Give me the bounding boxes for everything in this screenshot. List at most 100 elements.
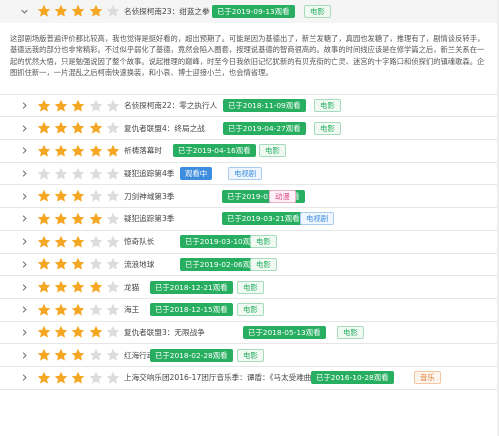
- star-icon: [37, 189, 51, 203]
- item-title: 名侦探柯南22：零之执行人: [124, 101, 218, 111]
- star-icon: [106, 371, 120, 385]
- chevron-right-icon[interactable]: [20, 306, 28, 314]
- star-icon: [71, 212, 85, 226]
- star-rating: [37, 280, 123, 294]
- list-item[interactable]: 海王 已于2018-12-15观看 电影: [0, 299, 499, 322]
- star-icon: [89, 121, 103, 135]
- star-icon: [37, 371, 51, 385]
- star-icon: [54, 303, 68, 317]
- list-item[interactable]: 上海交响乐团2016-17团厅音乐季：谭盾：《马太受难曲》 已于2016-10-2…: [0, 367, 499, 390]
- star-icon: [106, 144, 120, 158]
- chevron-right-icon[interactable]: [20, 238, 28, 246]
- chevron-right-icon[interactable]: [20, 374, 28, 382]
- star-icon: [89, 371, 103, 385]
- chevron-right-icon[interactable]: [20, 102, 28, 110]
- type-badge: 电影: [237, 280, 264, 294]
- star-icon: [89, 325, 103, 339]
- star-icon: [54, 121, 68, 135]
- status-badge: 已于2018-02-28观看: [150, 348, 233, 362]
- star-icon: [71, 280, 85, 294]
- list-item[interactable]: 名侦探柯南22：零之执行人 已于2018-11-09观看 电影: [0, 95, 499, 118]
- star-icon: [71, 189, 85, 203]
- star-icon: [106, 348, 120, 362]
- status-badge: 已于2018-11-09观看: [223, 99, 306, 113]
- star-icon: [37, 303, 51, 317]
- item-title: 流浪地球: [124, 259, 155, 269]
- status-badge: 已于2019-04-16观看: [173, 144, 256, 158]
- star-rating: [37, 212, 123, 226]
- list-item[interactable]: 刀剑神域第3季 已于2019-03-31观看 动漫: [0, 185, 499, 209]
- item-title: 疑犯追踪第3季: [124, 214, 175, 224]
- star-icon: [54, 99, 68, 113]
- chevron-right-icon[interactable]: [20, 147, 28, 155]
- chevron-right-icon[interactable]: [20, 170, 28, 178]
- star-icon: [37, 325, 51, 339]
- list-item[interactable]: 惊奇队长 已于2019-03-10观看 电影: [0, 231, 499, 254]
- chevron-right-icon[interactable]: [20, 351, 28, 359]
- type-badge: 电影: [304, 4, 331, 18]
- item-title: 海王: [124, 305, 140, 315]
- list-item[interactable]: 红海行动 已于2018-02-28观看 电影: [0, 344, 499, 367]
- item-title: 祈祷落幕时: [124, 146, 162, 156]
- star-icon: [54, 280, 68, 294]
- star-icon: [54, 4, 68, 18]
- item-title: 名侦探柯南23：绀蓝之拳: [124, 6, 210, 16]
- chevron-right-icon[interactable]: [20, 124, 28, 132]
- type-badge: 动漫: [269, 189, 296, 203]
- list-item[interactable]: 名侦探柯南23：绀蓝之拳 已于2019-09-13观看 电影: [0, 0, 499, 23]
- item-title: 复仇者联盟4：终局之战: [124, 123, 205, 133]
- list-item[interactable]: 疑犯追踪第4季 观看中 电视剧: [0, 163, 499, 186]
- review-text: 这部剧场版普遍评价都比较高，我也觉得是挺好看的，超出预期了。可能是因为基德出了，…: [0, 22, 499, 95]
- star-icon: [89, 167, 103, 181]
- star-icon: [37, 348, 51, 362]
- star-rating: [37, 348, 123, 362]
- star-icon: [106, 235, 120, 249]
- star-icon: [71, 4, 85, 18]
- star-icon: [71, 99, 85, 113]
- chevron-right-icon[interactable]: [20, 283, 28, 291]
- chevron-right-icon[interactable]: [20, 192, 28, 200]
- type-badge: 音乐: [414, 371, 441, 385]
- star-icon: [71, 371, 85, 385]
- chevron-right-icon[interactable]: [20, 328, 28, 336]
- chevron-down-icon[interactable]: [20, 7, 28, 15]
- star-icon: [37, 212, 51, 226]
- star-icon: [71, 167, 85, 181]
- star-icon: [37, 235, 51, 249]
- status-badge: 已于2018-12-21观看: [150, 280, 233, 294]
- list-item[interactable]: 复仇者联盟3：无限战争 已于2018-05-13观看 电影: [0, 322, 499, 345]
- type-badge: 电影: [314, 121, 341, 135]
- list-item[interactable]: 流浪地球 已于2019-02-06观看 电影: [0, 254, 499, 277]
- item-title: 疑犯追踪第4季: [124, 169, 175, 179]
- item-title: 刀剑神域第3季: [124, 191, 175, 201]
- chevron-right-icon[interactable]: [20, 215, 28, 223]
- star-icon: [37, 121, 51, 135]
- type-badge: 电影: [250, 257, 277, 271]
- star-rating: [37, 303, 123, 317]
- star-rating: [37, 99, 123, 113]
- star-icon: [54, 348, 68, 362]
- star-icon: [106, 121, 120, 135]
- item-title: 惊奇队长: [124, 237, 155, 247]
- star-icon: [89, 212, 103, 226]
- list-item[interactable]: 龙猫 已于2018-12-21观看 电影: [0, 276, 499, 299]
- status-badge: 已于2018-12-15观看: [150, 303, 233, 317]
- list-item[interactable]: 复仇者联盟4：终局之战 已于2019-04-27观看 电影: [0, 117, 499, 141]
- list-item[interactable]: 疑犯追踪第3季 已于2019-03-21观看 电视剧: [0, 208, 499, 231]
- type-badge: 电影: [314, 99, 341, 113]
- star-icon: [54, 257, 68, 271]
- list-item[interactable]: 祈祷落幕时 已于2019-04-16观看 电影: [0, 140, 499, 163]
- status-badge: 已于2019-04-27观看: [223, 121, 306, 135]
- star-rating: [37, 189, 123, 203]
- star-icon: [37, 144, 51, 158]
- status-badge: 已于2016-10-28观看: [311, 371, 394, 385]
- item-title: 龙猫: [124, 282, 140, 292]
- type-badge: 电视剧: [228, 167, 263, 181]
- chevron-right-icon[interactable]: [20, 260, 28, 268]
- star-rating: [37, 4, 123, 18]
- item-title: 上海交响乐团2016-17团厅音乐季：谭盾：《马太受难曲》: [124, 373, 319, 383]
- type-badge: 电影: [250, 235, 277, 249]
- watch-list: 名侦探柯南23：绀蓝之拳 已于2019-09-13观看 电影 这部剧场版普遍评价都比较…: [0, 0, 499, 390]
- star-rating: [37, 121, 123, 135]
- status-badge: 观看中: [180, 167, 213, 181]
